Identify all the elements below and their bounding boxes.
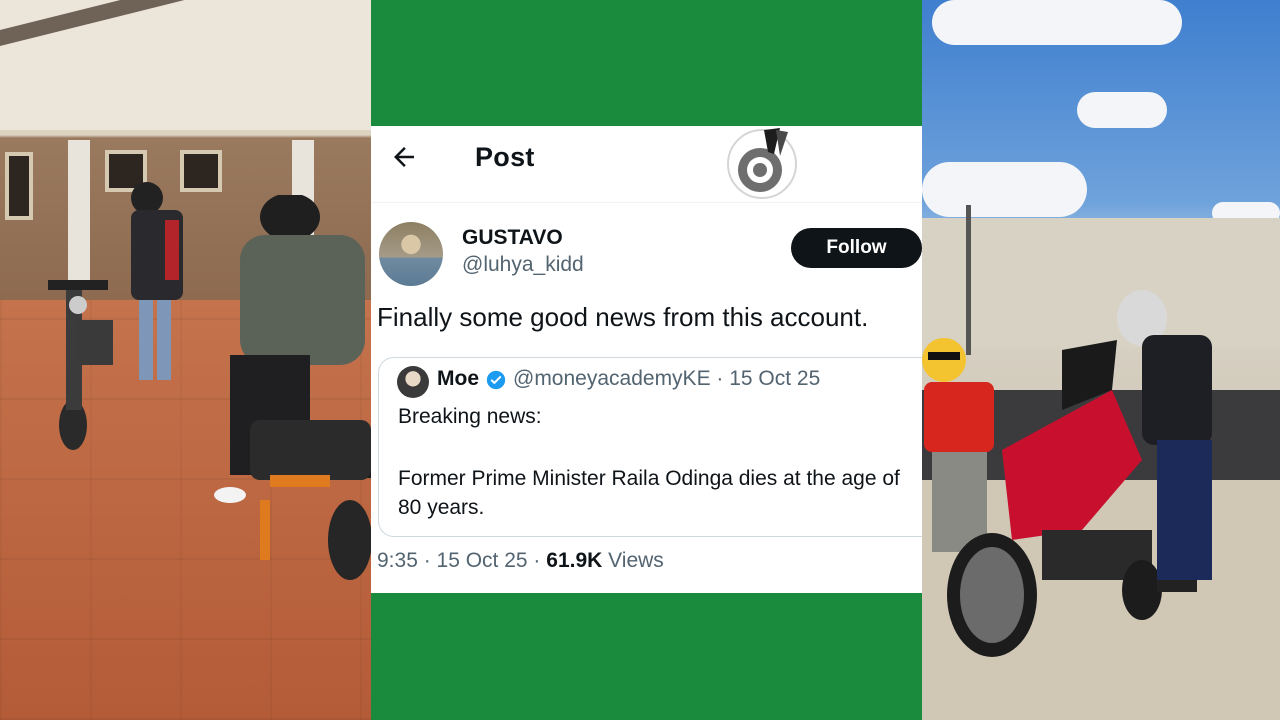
left-photo [0,0,371,720]
right-photo [922,0,1280,720]
page-title: Post [475,142,535,172]
window [180,150,222,192]
motorcycle-left [48,280,113,450]
quoted-tweet[interactable]: Moe @moneyacademyKE · 15 Oct 25 Breaking… [378,357,922,537]
tweet-timestamp[interactable]: 9:35 · 15 Oct 25 · [377,549,546,572]
quote-display-name: Moe [437,367,479,390]
cloud [1077,92,1167,128]
quote-handle-date: @moneyacademyKE · 15 Oct 25 [513,367,821,390]
arrow-left-icon[interactable] [389,142,419,172]
quote-avatar[interactable] [397,366,429,398]
cloud [922,162,1087,217]
views-label: Views [602,549,664,572]
tweet-text: Finally some good news from this account… [377,302,869,332]
rider-black-jacket [1117,290,1212,592]
user-handle[interactable]: @luhya_kidd [462,253,584,277]
motorcycle-orange [250,420,371,580]
cloud [932,0,1182,45]
views-count: 61.9K [546,549,603,572]
avatar[interactable] [379,222,443,286]
brand-logo-icon [727,128,797,199]
post-header: Post [371,126,922,203]
tweet-card: Post GUSTAVO @luhya_kidd Follow Finally … [371,126,922,593]
quote-text-line1: Breaking news: [398,405,542,428]
tweet-meta: 9:35 · 15 Oct 25 · 61.9K Views [377,549,664,573]
follow-button[interactable]: Follow [791,228,922,268]
verified-badge-icon [486,370,506,390]
quote-text-line2: Former Prime Minister Raila Odinga dies … [398,467,900,519]
display-name[interactable]: GUSTAVO [462,226,563,250]
person-red-jacket [131,182,183,380]
window [5,152,33,220]
